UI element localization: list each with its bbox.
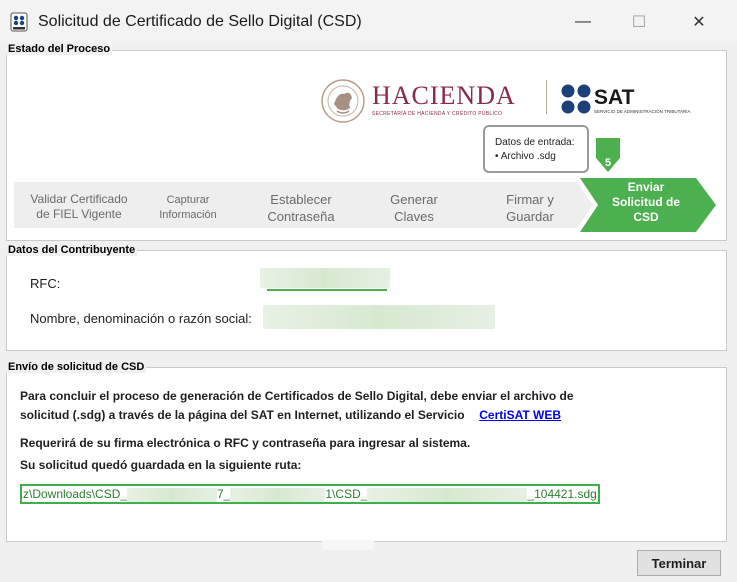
step-6-line3: CSD (633, 210, 659, 224)
path-part-2: 7_ (217, 487, 231, 501)
terminar-button[interactable]: Terminar (637, 550, 721, 576)
sat-app-icon (10, 12, 28, 32)
step-validar-fiel: Validar Certificado de FIEL Vigente (20, 192, 138, 222)
path-part-3: 1\CSD_ (325, 487, 368, 501)
minimize-button[interactable]: — (560, 0, 606, 44)
path-part-4: _104421.sdg (527, 487, 597, 501)
sat-wordmark: SAT (594, 86, 635, 109)
title-bar: Solicitud de Certificado de Sello Digita… (0, 0, 737, 44)
step-enviar-solicitud: Enviar Solicitud de CSD (592, 180, 700, 225)
saved-path-field[interactable]: z\Downloads\CSD_ 7_ 1\CSD_ _104421.sdg (20, 484, 600, 504)
path-redacted-3 (367, 487, 528, 502)
maximize-button[interactable]: ☐ (616, 0, 662, 44)
step-5-line1: Firmar y (506, 192, 554, 207)
step-3-line2: Contraseña (267, 209, 335, 224)
logo-divider (546, 80, 547, 114)
step-1-line2: de FIEL Vigente (36, 207, 122, 221)
step-firmar-guardar: Firmar y Guardar (478, 191, 582, 225)
sat-logo-icon (561, 84, 591, 114)
instructions-line2-text: solicitud (.sdg) a través de la página d… (20, 408, 465, 422)
sat-subtitle: SERVICIO DE ADMINISTRACIÓN TRIBUTARIA (594, 109, 691, 114)
envio-solicitud-heading: Envío de solicitud de CSD (6, 361, 147, 373)
rfc-underline (267, 289, 387, 291)
step-2-line2: Información (159, 209, 217, 221)
step-capturar-informacion: Capturar Información (138, 193, 238, 223)
instructions-line1: Para concluir el proceso de generación d… (20, 389, 574, 403)
close-icon: ✕ (692, 14, 706, 31)
certisat-web-link[interactable]: CertiSAT WEB (479, 408, 561, 422)
path-redacted-1 (127, 487, 218, 502)
hacienda-wordmark: HACIENDA (372, 81, 516, 110)
estado-proceso-heading: Estado del Proceso (6, 43, 113, 55)
close-button[interactable]: ✕ (676, 0, 722, 44)
datos-contribuyente-heading: Datos del Contribuyente (6, 244, 138, 256)
path-redacted-2 (230, 487, 326, 502)
step-generar-claves: Generar Claves (364, 191, 464, 225)
step-establecer-contrasena: Establecer Contraseña (250, 191, 352, 225)
datos-contribuyente-panel (6, 250, 727, 351)
minimize-icon: — (575, 13, 591, 30)
step-4-line1: Generar (390, 192, 438, 207)
process-steps: Validar Certificado de FIEL Vigente Capt… (12, 138, 724, 234)
instructions-line2: solicitud (.sdg) a través de la página d… (20, 406, 561, 425)
step-1-line1: Validar Certificado (30, 192, 128, 206)
nombre-label: Nombre, denominación o razón social: (30, 311, 252, 326)
path-part-1: z\Downloads\CSD_ (23, 487, 128, 501)
ruta-label: Su solicitud quedó guardada en la siguie… (20, 458, 302, 472)
hacienda-sat-logo: HACIENDA SECRETARÍA DE HACIENDA Y CRÉDIT… (320, 78, 710, 124)
firma-requirement-text: Requerirá de su firma electrónica o RFC … (20, 436, 471, 450)
maximize-icon: ☐ (631, 14, 647, 31)
step-4-line2: Claves (394, 209, 434, 224)
step-2-line1: Capturar (166, 194, 210, 206)
step-6-line2: Solicitud de (611, 195, 680, 209)
hacienda-subtitle: SECRETARÍA DE HACIENDA Y CRÉDITO PÚBLICO (372, 111, 503, 117)
window-title: Solicitud de Certificado de Sello Digita… (38, 13, 362, 30)
step-6-line1: Enviar (627, 180, 665, 194)
escudo-nacional-icon (321, 79, 365, 123)
nombre-value-redacted (263, 305, 495, 329)
rfc-value-redacted (260, 268, 390, 288)
redacted-fragment (322, 540, 374, 550)
rfc-label: RFC: (30, 276, 61, 291)
step-3-line1: Establecer (270, 192, 332, 207)
step-5-line2: Guardar (506, 209, 554, 224)
